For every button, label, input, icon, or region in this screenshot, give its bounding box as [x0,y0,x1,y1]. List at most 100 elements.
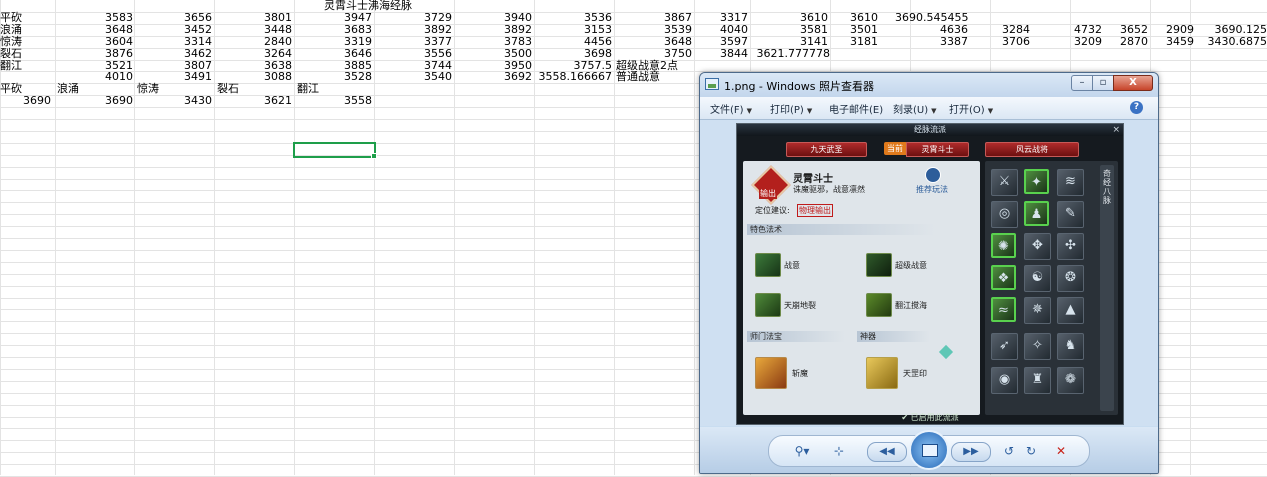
meridian-icon-active: ✦ [1024,169,1049,194]
menu-burn[interactable]: 刻录(U) ▼ [893,101,937,116]
summary-value[interactable]: 3621 [214,95,292,107]
game-tab-1: 九天武圣 [786,142,867,157]
viewer-titlebar[interactable]: 1.png - Windows 照片查看器 – ▫ X [700,73,1158,97]
meridian-icon: ⚔ [991,169,1018,196]
data-cell[interactable]: 3181 [830,36,878,48]
toolbar-pill: ⚲▾ ⊹ ◀◀ ▶▶ ↺ ↻ ✕ [768,430,1090,470]
image-file-icon [705,78,719,90]
treasure-label: 斩魔 [792,369,808,378]
image-viewport[interactable]: 经脉流派 × 九天武圣 当前 灵霄斗士 风云战将 输出 灵霄斗士 诛魔驱邪，战意… [700,120,1158,426]
book-icon [925,167,941,183]
slideshow-icon [922,444,938,457]
meridian-icon: ♞ [1057,333,1084,360]
enabled-status-text: 已启用此流派 [910,413,959,422]
meridian-icon-active: ✺ [991,233,1016,258]
summary-value[interactable]: 3430 [134,95,212,107]
meridian-icon: ➶ [991,333,1018,360]
skill-1-label: 战意 [784,261,800,270]
current-badge: 当前 [884,142,906,155]
meridian-icon: ❁ [1057,367,1084,394]
meridian-icon: ◉ [991,367,1018,394]
enabled-status: ✔ 已启用此流派 [901,413,959,422]
fill-handle[interactable] [371,153,377,159]
side-label-panel: 奇经八脉 [1100,165,1114,411]
data-cell[interactable]: 3706 [968,36,1030,48]
game-title: 经脉流派 [914,125,946,134]
data-cell[interactable]: 3621.777778 [750,48,830,60]
chevron-down-icon: ▼ [987,107,994,115]
meridian-icon-active: ≈ [991,297,1016,322]
data-cell[interactable]: 3692 [454,71,532,83]
actual-size-icon[interactable]: ⊹ [829,442,849,460]
meridian-icon: ✣ [1057,233,1084,260]
meridian-icon: ❂ [1057,265,1084,292]
game-panel-image: 经脉流派 × 九天武圣 当前 灵霄斗士 风云战将 输出 灵霄斗士 诛魔驱邪，战意… [736,123,1124,425]
artifact-section: 神器 [857,331,930,342]
treasure-section: 师门法宝 [747,331,845,342]
position-value: 物理输出 [797,204,833,217]
data-cell[interactable]: 3558.166667 [534,71,612,83]
meridian-icon: ♜ [1024,367,1051,394]
menu-open[interactable]: 打开(O) ▼ [949,101,993,116]
data-cell[interactable]: 3430.6875 [1196,36,1267,48]
maximize-button[interactable]: ▫ [1092,75,1114,91]
photo-viewer-window: 1.png - Windows 照片查看器 – ▫ X 文件(F) ▼ 打印(P)… [699,72,1159,474]
data-cell[interactable]: 3844 [694,48,748,60]
meridian-icon: ✥ [1024,233,1051,260]
menu-burn-label: 刻录(U) [893,105,929,116]
menu-open-label: 打开(O) [949,105,985,116]
role-tag: 输出 [759,188,777,199]
artifact-icon [866,357,898,389]
role-desc: 诛魔驱邪，战意凛然 [793,185,865,194]
zoom-icon[interactable]: ⚲▾ [787,442,817,460]
viewer-title: 1.png - Windows 照片查看器 [724,80,874,93]
game-tab-2: 灵霄斗士 [906,142,969,157]
skill-4-label: 翻江搅海 [895,301,927,310]
rotate-left-icon[interactable]: ↺ [1001,442,1017,460]
previous-button[interactable]: ◀◀ [867,442,907,462]
selected-cell[interactable] [293,142,376,158]
data-cell[interactable]: 3459 [1148,36,1194,48]
menu-print-label: 打印(P) [770,105,804,116]
skill-fanjiang-icon [866,293,892,317]
viewer-toolbar: ⚲▾ ⊹ ◀◀ ▶▶ ↺ ↻ ✕ [700,427,1158,473]
summary-value[interactable]: 3690 [55,95,133,107]
meridian-icon-active: ❖ [991,265,1016,290]
menu-file[interactable]: 文件(F) ▼ [710,101,752,116]
minimize-button[interactable]: – [1071,75,1093,91]
skill-tianbeng-icon [755,293,781,317]
data-cell[interactable]: 3387 [880,36,968,48]
game-titlebar: 经脉流派 × [737,124,1123,136]
next-button[interactable]: ▶▶ [951,442,991,462]
menu-file-label: 文件(F) [710,105,744,116]
viewer-menubar: 文件(F) ▼ 打印(P) ▼ 电子邮件(E) 刻录(U) ▼ 打开(O) ▼ ? [700,97,1158,120]
data-cell[interactable]: 2870 [1102,36,1148,48]
menu-email[interactable]: 电子邮件(E) [829,101,883,116]
chevron-down-icon: ▼ [746,107,752,115]
game-tab-3: 风云战将 [985,142,1079,157]
artifact-label: 天罡印 [903,369,927,378]
slideshow-button[interactable] [909,430,949,470]
skill-zhanyi-icon [755,253,781,277]
summary-value[interactable]: 3558 [294,95,372,107]
close-button[interactable]: X [1113,75,1153,91]
position-label: 定位建议: [755,206,790,215]
delete-icon[interactable]: ✕ [1053,442,1069,460]
summary-value[interactable]: 3690 [0,95,51,107]
rotate-right-icon[interactable]: ↻ [1023,442,1039,460]
meridian-icon: ☯ [1024,265,1051,292]
recommend-link: 推荐玩法 [916,185,948,194]
meridian-icon: ✧ [1024,333,1051,360]
skill-3-label: 天崩地裂 [784,301,816,310]
gem-icon [938,344,954,360]
treasure-icon [755,357,787,389]
data-cell[interactable]: 3540 [374,71,452,83]
data-cell[interactable]: 3209 [1030,36,1102,48]
help-icon[interactable]: ? [1130,101,1143,114]
meridian-icon: ✎ [1057,201,1084,228]
meridian-icon: ◎ [991,201,1018,228]
side-label: 奇经八脉 [1103,169,1111,205]
note-cell[interactable]: 普通战意 [616,71,696,83]
game-info-panel: 输出 灵霄斗士 诛魔驱邪，战意凛然 推荐玩法 定位建议: 物理输出 特色法术 战… [743,161,980,415]
menu-print[interactable]: 打印(P) ▼ [770,101,812,116]
